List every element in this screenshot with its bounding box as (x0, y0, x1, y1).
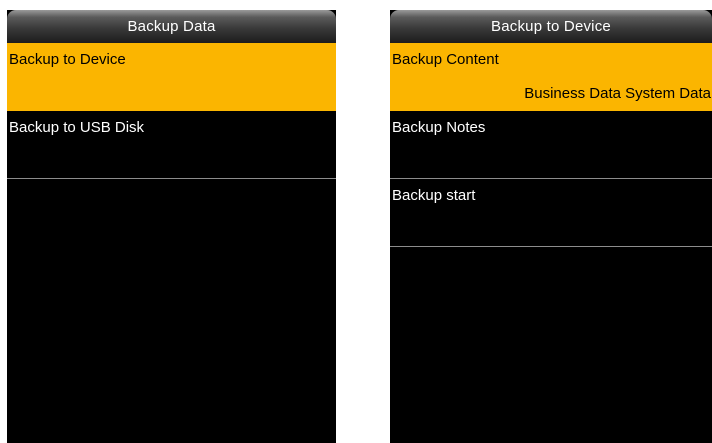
menu-item-label: Backup to USB Disk (9, 119, 145, 136)
backup-to-device-screen: Backup to Device Backup Content Business… (390, 10, 712, 443)
menu-item-backup-content[interactable]: Backup Content Business Data System Data (390, 43, 712, 111)
menu-item-label: Backup Content (392, 51, 499, 68)
menu-item-backup-to-usb-disk[interactable]: Backup to USB Disk (7, 111, 336, 179)
screen-title: Backup to Device (390, 10, 712, 43)
menu-item-label: Backup to Device (9, 51, 126, 68)
menu-item-backup-start[interactable]: Backup start (390, 179, 712, 247)
menu-item-label: Backup start (392, 187, 476, 204)
menu-item-label: Backup Notes (392, 119, 486, 136)
backup-data-screen: Backup Data Backup to Device Backup to U… (7, 10, 336, 443)
screen-title: Backup Data (7, 10, 336, 43)
menu-item-backup-notes[interactable]: Backup Notes (390, 111, 712, 179)
menu-item-value: Business Data System Data (524, 85, 711, 102)
menu-item-backup-to-device[interactable]: Backup to Device (7, 43, 336, 111)
